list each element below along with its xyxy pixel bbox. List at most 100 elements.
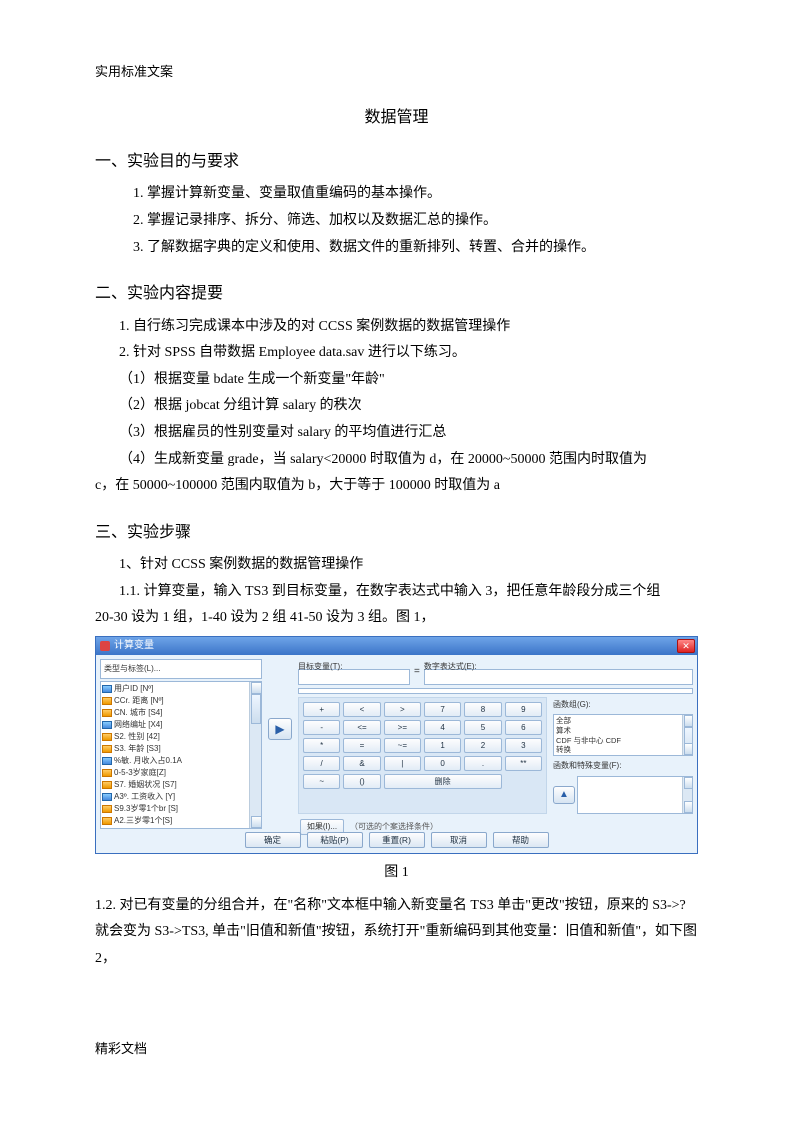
variable-row[interactable]: S2. 性别 [42] xyxy=(102,731,260,743)
variable-row[interactable]: A3º. 工资收入 [Y] xyxy=(102,791,260,803)
s2-tail: c，在 50000~100000 范围内取值为 b，大于等于 100000 时取… xyxy=(95,473,698,500)
keypad-button[interactable]: 0 xyxy=(424,756,461,771)
keypad-button[interactable]: | xyxy=(384,756,421,771)
keypad-button[interactable]: > xyxy=(384,702,421,717)
func-var-label: 函数和特殊变量(F): xyxy=(553,758,693,773)
variable-icon xyxy=(102,817,112,825)
target-var-label: 目标变量(T): xyxy=(298,659,410,668)
app-icon xyxy=(100,641,110,651)
keypad-button[interactable]: / xyxy=(303,756,340,771)
s3-p1: 1、针对 CCSS 案例数据的数据管理操作 xyxy=(95,552,698,579)
variable-icon xyxy=(102,745,112,753)
keypad-button[interactable]: 1 xyxy=(424,738,461,753)
func-group-item[interactable]: 算术 xyxy=(556,726,690,736)
dialog-button[interactable]: 重置(R) xyxy=(369,832,425,848)
scrollbar[interactable] xyxy=(682,777,692,813)
expr-input-top[interactable] xyxy=(424,669,693,685)
func-var-list[interactable] xyxy=(577,776,693,814)
variable-label: %敏. 月收入占0.1A xyxy=(114,755,182,767)
variable-row[interactable]: S3. 年龄 [S3] xyxy=(102,743,260,755)
variable-label: A3.1 经济恢... xyxy=(114,827,163,829)
variable-label: S3. 年龄 [S3] xyxy=(114,743,161,755)
variable-icon xyxy=(102,757,112,765)
keypad-button[interactable]: 5 xyxy=(464,720,501,735)
func-group-item[interactable]: 全部 xyxy=(556,716,690,726)
expr-label: 数字表达式(E): xyxy=(424,659,693,668)
s2-item-2: 2. 针对 SPSS 自带数据 Employee data.sav 进行以下练习… xyxy=(119,340,698,367)
spss-titlebar: 计算变量 ✕ xyxy=(96,637,697,655)
keypad-button[interactable]: . xyxy=(464,756,501,771)
variable-row[interactable]: 0-5-3岁家庭[Z] xyxy=(102,767,260,779)
keypad-button[interactable]: = xyxy=(343,738,380,753)
keypad-button[interactable]: 7 xyxy=(424,702,461,717)
keypad-button[interactable]: 删除 xyxy=(384,774,502,789)
keypad-button[interactable]: ~= xyxy=(384,738,421,753)
scrollbar[interactable] xyxy=(682,715,692,755)
keypad-button[interactable]: * xyxy=(303,738,340,753)
arrow-right-button[interactable]: ▶ xyxy=(268,718,292,740)
variable-row[interactable]: 网络编址 [X4] xyxy=(102,719,260,731)
func-group-item[interactable]: 当前日期/时间 xyxy=(556,755,690,756)
s1-item-3: 3. 了解数据字典的定义和使用、数据文件的重新排列、转置、合并的操作。 xyxy=(133,235,698,262)
keypad-button[interactable]: 4 xyxy=(424,720,461,735)
func-group-label: 函数组(G): xyxy=(553,697,693,712)
keypad-button[interactable]: () xyxy=(343,774,380,789)
variable-label: 网络编址 [X4] xyxy=(114,719,162,731)
dialog-button[interactable]: 粘贴(P) xyxy=(307,832,363,848)
variable-label: 0-5-3岁家庭[Z] xyxy=(114,767,166,779)
variable-icon xyxy=(102,781,112,789)
variable-row[interactable]: 用户ID [Nº] xyxy=(102,683,260,695)
variable-row[interactable]: S9.3岁零1个br [S] xyxy=(102,803,260,815)
variable-list[interactable]: 用户ID [Nº]CCr. 距离 [Nº]CN. 城市 [S4]网络编址 [X4… xyxy=(100,681,262,829)
s1-item-1: 1. 掌握计算新变量、变量取值重编码的基本操作。 xyxy=(133,181,698,208)
variable-icon xyxy=(102,685,112,693)
spss-title-text: 计算变量 xyxy=(114,636,154,655)
variable-row[interactable]: CN. 城市 [S4] xyxy=(102,707,260,719)
target-var-input[interactable] xyxy=(298,669,410,685)
variable-row[interactable]: A3.1 经济恢... xyxy=(102,827,260,829)
keypad-button[interactable]: >= xyxy=(384,720,421,735)
dialog-button[interactable]: 取消 xyxy=(431,832,487,848)
func-group-item[interactable]: CDF 与非中心 CDF xyxy=(556,736,690,746)
dialog-button[interactable]: 确定 xyxy=(245,832,301,848)
spss-dialog: 计算变量 ✕ 类型与标签(L)... 用户ID [Nº]CCr. 距离 [Nº]… xyxy=(95,636,698,854)
keypad-button[interactable]: 8 xyxy=(464,702,501,717)
keypad-button[interactable]: - xyxy=(303,720,340,735)
variable-label: S2. 性别 [42] xyxy=(114,731,160,743)
keypad-button[interactable]: 6 xyxy=(505,720,542,735)
keypad-button[interactable]: + xyxy=(303,702,340,717)
keypad-button[interactable]: 3 xyxy=(505,738,542,753)
expression-box[interactable] xyxy=(298,688,693,694)
variable-row[interactable]: %敏. 月收入占0.1A xyxy=(102,755,260,767)
para-1-2: 1.2. 对已有变量的分组合并，在"名称"文本框中输入新变量名 TS3 单击"更… xyxy=(95,893,698,973)
keypad-button[interactable]: ** xyxy=(505,756,542,771)
keypad-button[interactable]: ~ xyxy=(303,774,340,789)
s2-item-1: 1. 自行练习完成课本中涉及的对 CCSS 案例数据的数据管理操作 xyxy=(119,314,698,341)
variable-label: S9.3岁零1个br [S] xyxy=(114,803,178,815)
keypad-button[interactable]: & xyxy=(343,756,380,771)
dialog-button[interactable]: 帮助 xyxy=(493,832,549,848)
close-icon[interactable]: ✕ xyxy=(677,639,695,653)
keypad-button[interactable]: < xyxy=(343,702,380,717)
variable-icon xyxy=(102,805,112,813)
figure-1-caption: 图 1 xyxy=(95,860,698,887)
func-group-item[interactable]: 转换 xyxy=(556,745,690,755)
s1-item-2: 2. 掌握记录排序、拆分、筛选、加权以及数据汇总的操作。 xyxy=(133,208,698,235)
variable-label: CN. 城市 [S4] xyxy=(114,707,162,719)
variable-label: S7. 婚姻状况 [S7] xyxy=(114,779,177,791)
variable-icon xyxy=(102,793,112,801)
page-header: 实用标准文案 xyxy=(95,60,698,85)
func-group-list[interactable]: 全部算术CDF 与非中心 CDF转换当前日期/时间日期运算 xyxy=(553,714,693,756)
variable-row[interactable]: S7. 婚姻状况 [S7] xyxy=(102,779,260,791)
s3-p2: 1.1. 计算变量，输入 TS3 到目标变量，在数字表达式中输入 3，把任意年龄… xyxy=(95,579,698,606)
keypad-button[interactable]: 2 xyxy=(464,738,501,753)
variable-row[interactable]: CCr. 距离 [Nº] xyxy=(102,695,260,707)
arrow-up-button[interactable]: ▲ xyxy=(553,786,575,804)
section-1-heading: 一、实验目的与要求 xyxy=(95,147,698,177)
keypad-button[interactable]: <= xyxy=(343,720,380,735)
type-label-button[interactable]: 类型与标签(L)... xyxy=(100,659,262,679)
variable-row[interactable]: A2.三岁零1个[S] xyxy=(102,815,260,827)
s2-item-3: （1）根据变量 bdate 生成一个新变量"年龄" xyxy=(119,367,698,394)
keypad-button[interactable]: 9 xyxy=(505,702,542,717)
scrollbar[interactable] xyxy=(249,682,261,828)
